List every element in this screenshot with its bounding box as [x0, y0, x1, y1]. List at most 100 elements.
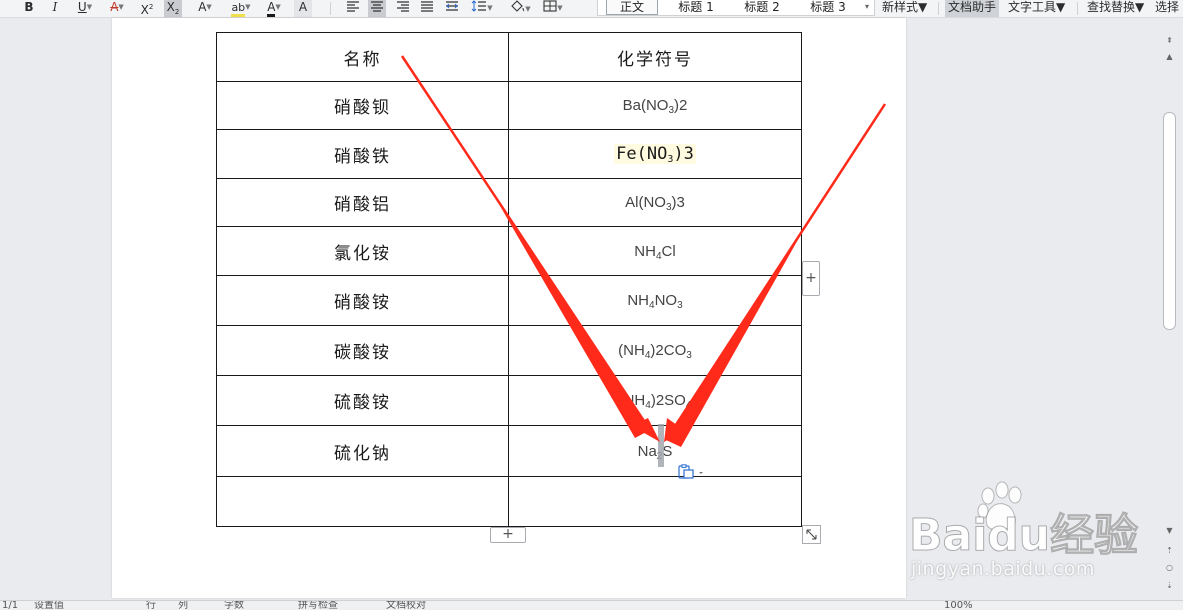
table-row [216, 476, 802, 527]
watermark-brand: Baidu经验 [909, 510, 1138, 561]
name-cell[interactable]: 硝酸铁 [216, 129, 509, 179]
formula-text: NO [654, 292, 678, 309]
formula-subscript: 3 [677, 300, 683, 311]
scroll-up-icon[interactable]: ▲ [1163, 50, 1176, 63]
formula-text: NH [634, 242, 656, 260]
name-cell[interactable]: 碳酸铵 [216, 325, 509, 376]
chemical-table: 名称 化学符号 硝酸钡 Ba(NO3)2 硝酸铁 Fe(NO3)3 硝酸铝 Al… [216, 32, 802, 527]
status-bar: 1/1 设置值 行 列 字数 拼写检查 文档校对 100% [0, 600, 1183, 610]
doc-assistant-button[interactable]: 文档助手 [945, 0, 1000, 17]
name-cell[interactable]: 氯化铵 [216, 226, 509, 276]
formula-cell[interactable]: Ba(NO3)2 [508, 81, 802, 130]
header-name-cell[interactable]: 名称 [216, 32, 509, 82]
toolbar-separator [1077, 2, 1078, 15]
align-left-button[interactable] [344, 0, 362, 17]
justify-icon [421, 1, 433, 12]
toolbar-separator [330, 2, 331, 15]
style-heading-3[interactable]: 标题 3 [800, 0, 856, 15]
header-formula-cell[interactable]: 化学符号 [508, 32, 802, 82]
text-tools-button[interactable]: 文字工具▼ [1008, 0, 1065, 17]
style-gallery-more-icon[interactable]: ▾ [860, 0, 874, 15]
scroll-thumb[interactable] [1163, 112, 1176, 330]
table-row: 硫化钠 Na2S [216, 425, 802, 477]
add-row-button[interactable]: + [490, 527, 526, 543]
line-spacing-button[interactable]: ▼ [468, 0, 496, 17]
col-indicator: 列 [178, 600, 188, 610]
formatting-toolbar: B I U▼ A▼ X2 X2 A▼ ab▼ A▼ A ▼ ▼ ▼ 正文 标题 … [0, 0, 1183, 18]
table-resize-handle[interactable] [802, 525, 821, 544]
align-left-icon [347, 1, 359, 12]
bold-button[interactable]: B [20, 0, 38, 17]
subscript-button[interactable]: X2 [164, 0, 182, 17]
formula-cell[interactable]: Fe(NO3)3 [508, 129, 802, 179]
new-style-label: 新样式 [882, 0, 919, 14]
name-cell[interactable]: 硝酸铝 [216, 178, 509, 227]
spell-check-button[interactable]: 拼写检查 [298, 601, 338, 610]
formula-cell[interactable]: (NH4)2CO3 [508, 325, 802, 376]
table-row: 硝酸铁 Fe(NO3)3 [216, 129, 802, 179]
font-color-button[interactable]: A▼ [260, 0, 288, 17]
borders-button[interactable]: ▼ [538, 0, 568, 17]
paste-options-button[interactable] [677, 464, 705, 480]
underline-button[interactable]: U▼ [72, 0, 98, 17]
find-replace-button[interactable]: 查找替换▼ [1087, 0, 1144, 17]
name-cell[interactable]: 硝酸铵 [216, 275, 509, 326]
align-right-button[interactable] [394, 0, 412, 17]
distributed-align-icon [446, 1, 458, 11]
formula-subscript: 3 [686, 350, 692, 361]
formula-cell[interactable]: Al(NO3)3 [508, 178, 802, 227]
name-cell[interactable]: 硫化钠 [216, 425, 509, 477]
shading-button[interactable]: ▼ [506, 0, 534, 17]
name-cell[interactable]: 硫酸铵 [216, 375, 509, 426]
align-center-icon [371, 1, 383, 12]
formula-text: )2CO [650, 342, 687, 359]
name-cell[interactable] [216, 476, 509, 527]
doc-check-button[interactable]: 文档校对 [386, 601, 426, 610]
formula-text: Na [637, 442, 657, 460]
table-row: 硝酸钡 Ba(NO3)2 [216, 81, 802, 130]
superscript-button[interactable]: X2 [138, 0, 156, 17]
formula-cell[interactable]: NH4Cl [508, 226, 802, 276]
settings-value[interactable]: 设置值 [34, 601, 64, 610]
formula-cell[interactable]: Na2S [508, 425, 802, 477]
italic-button[interactable]: I [46, 0, 64, 17]
zoom-level[interactable]: 100% [944, 601, 973, 610]
table-row: 硝酸铵 NH4NO3 [216, 275, 802, 326]
select-button[interactable]: 选择 [1155, 0, 1179, 17]
formula-text: NH [627, 292, 650, 309]
scroll-top-icon[interactable]: ⇞ [1163, 34, 1176, 47]
formula-text: (NH [618, 342, 645, 359]
formula-subscript: 4 [685, 400, 692, 411]
new-style-button[interactable]: 新样式▼ [882, 0, 927, 17]
align-center-button[interactable] [368, 0, 386, 17]
add-column-button[interactable]: + [802, 261, 820, 296]
formula-cell[interactable] [508, 476, 802, 527]
justify-button[interactable] [418, 0, 436, 17]
highlight-color-button[interactable]: ab▼ [226, 0, 256, 17]
word-count[interactable]: 字数 [224, 601, 244, 610]
resize-diagonal-icon [806, 529, 817, 540]
formula-text: )2 [674, 97, 688, 114]
highlighted-formula: Fe(NO3)3 [614, 144, 696, 165]
document-page[interactable]: 名称 化学符号 硝酸钡 Ba(NO3)2 硝酸铁 Fe(NO3)3 硝酸铝 Al… [112, 18, 906, 598]
formula-text: (NH [618, 392, 646, 409]
clipboard-icon [678, 464, 703, 479]
table-row: 硝酸铝 Al(NO3)3 [216, 178, 802, 227]
formula-cell[interactable]: NH4NO3 [508, 275, 802, 326]
style-heading-2[interactable]: 标题 2 [734, 0, 790, 15]
style-normal[interactable]: 正文 [606, 0, 658, 15]
text-effect-button[interactable]: A▼ [192, 0, 218, 17]
formula-cell[interactable]: (NH4)2SO4 [508, 375, 802, 426]
formula-text: Cl [661, 242, 676, 260]
table-row: 碳酸铵 (NH4)2CO3 [216, 325, 802, 376]
strikethrough-button[interactable]: A▼ [104, 0, 130, 17]
distributed-align-button[interactable] [443, 0, 461, 17]
name-cell[interactable]: 硝酸钡 [216, 81, 509, 130]
formula-text: )3 [673, 144, 694, 164]
style-heading-1[interactable]: 标题 1 [668, 0, 724, 15]
formula-text: Fe(NO [616, 144, 668, 164]
border-grid-icon [543, 0, 557, 12]
table-row: 硫酸铵 (NH4)2SO4 [216, 375, 802, 426]
page-indicator[interactable]: 1/1 [2, 601, 18, 610]
char-shading-button[interactable]: A [294, 0, 312, 17]
